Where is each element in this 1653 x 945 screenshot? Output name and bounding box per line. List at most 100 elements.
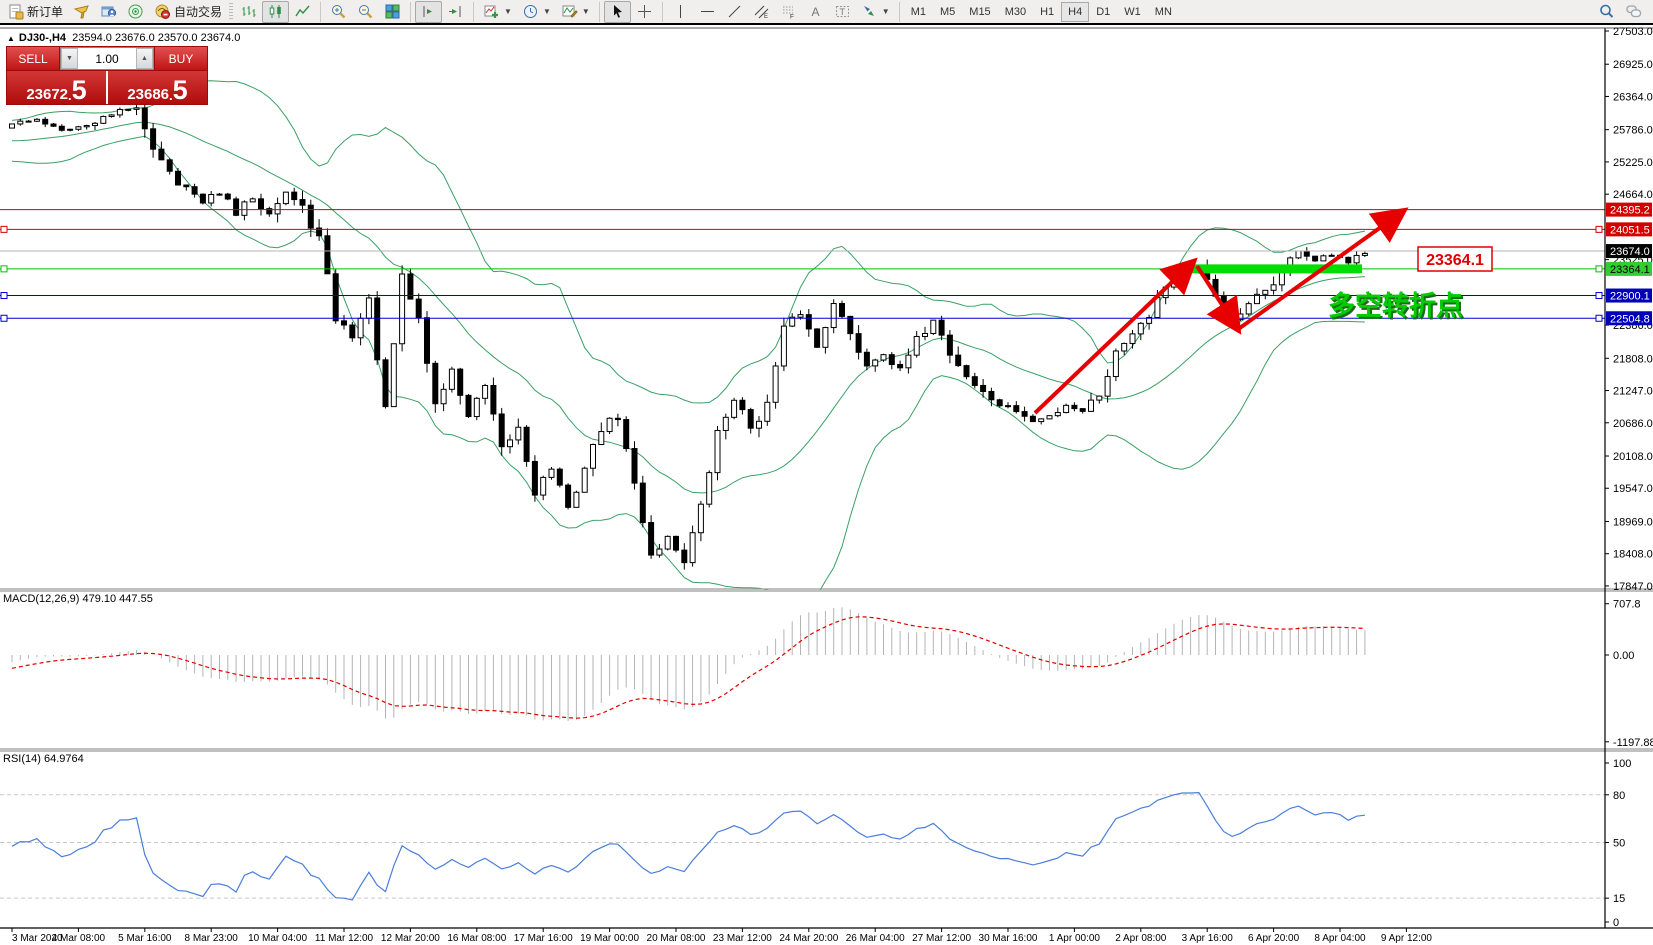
search-button[interactable] — [1593, 1, 1620, 23]
price-tick: 25225.0 — [1613, 157, 1653, 169]
arrows-shapes-button[interactable]: ▼ — [856, 1, 895, 23]
macd-signal-line — [12, 617, 1365, 718]
price-tick: 26364.0 — [1613, 91, 1653, 103]
price-tick: 18408.0 — [1613, 549, 1653, 561]
text-button[interactable]: A — [802, 1, 829, 23]
trendline-icon — [726, 3, 743, 20]
text-label-button[interactable]: T — [829, 1, 856, 23]
rsi-tick: 80 — [1613, 790, 1625, 802]
cursor-button[interactable] — [604, 1, 631, 23]
tf-MN[interactable]: MN — [1148, 2, 1179, 22]
vertical-line-button[interactable] — [667, 1, 694, 23]
time-tick: 19 Mar 00:00 — [580, 933, 639, 944]
auto-trading-label: 自动交易 — [174, 3, 222, 20]
svg-text:T: T — [839, 7, 845, 17]
bar-chart-button[interactable] — [235, 1, 262, 23]
time-tick: 30 Mar 16:00 — [979, 933, 1038, 944]
tf-M30[interactable]: M30 — [998, 2, 1033, 22]
auto-trading-icon — [154, 3, 171, 20]
trendline-button[interactable] — [721, 1, 748, 23]
line-chart-icon — [294, 3, 311, 20]
toolbar-separator — [599, 2, 600, 22]
dropdown-arrow-icon: ▼ — [543, 7, 551, 16]
zoom-in-button[interactable] — [325, 1, 352, 23]
highlight-band — [1185, 264, 1362, 273]
new-order-button[interactable]: 新订单 — [2, 1, 68, 23]
rsi-tick: 100 — [1613, 758, 1631, 770]
bollinger-middle — [12, 122, 1365, 493]
toolbar-separator — [320, 2, 321, 22]
one-click-collapse-icon[interactable]: ▲ — [7, 34, 15, 43]
crosshair-icon — [636, 3, 653, 20]
line-handle — [1, 293, 7, 299]
volume-increase-button[interactable]: ▲ — [136, 48, 153, 69]
auto-trading-button[interactable]: 自动交易 — [149, 1, 227, 23]
equidistant-channel-icon: E — [753, 3, 770, 20]
sell-button[interactable]: SELL — [7, 47, 59, 70]
main-price-pane — [10, 81, 1368, 615]
tf-M5[interactable]: M5 — [933, 2, 962, 22]
tf-M15[interactable]: M15 — [962, 2, 997, 22]
accounts-icon — [100, 3, 117, 20]
toolbar-handle — [229, 3, 233, 21]
text-label-icon: T — [834, 3, 851, 20]
cn-annotation-text: 多空转折点 — [1328, 290, 1463, 321]
new-order-icon — [7, 3, 24, 20]
macd-tick: 707.8 — [1613, 599, 1641, 611]
time-tick: 1 Apr 00:00 — [1049, 933, 1101, 944]
sell-price-display[interactable]: 23672.5 — [7, 71, 106, 104]
buy-button[interactable]: BUY — [155, 47, 207, 70]
price-tick: 20686.0 — [1613, 418, 1653, 430]
macd-pane — [12, 607, 1365, 721]
crosshair-button[interactable] — [631, 1, 658, 23]
svg-text:23674.0: 23674.0 — [1610, 246, 1650, 258]
time-tick: 12 Mar 20:00 — [381, 933, 440, 944]
line-chart-button[interactable] — [289, 1, 316, 23]
time-tick: 26 Mar 04:00 — [846, 933, 905, 944]
buy-price-display[interactable]: 23686.5 — [108, 71, 207, 104]
toolbar-separator — [410, 2, 411, 22]
macd-tick: -1197.88 — [1613, 737, 1653, 749]
tile-windows-button[interactable] — [379, 1, 406, 23]
auto-scroll-button[interactable] — [442, 1, 469, 23]
horizontal-line-button[interactable] — [694, 1, 721, 23]
time-tick: 6 Apr 20:00 — [1248, 933, 1300, 944]
bollinger-upper — [12, 81, 1365, 403]
fibonacci-icon: F — [780, 3, 797, 20]
auto-scroll-icon — [447, 3, 464, 20]
zoom-in-icon — [330, 3, 347, 20]
volume-decrease-button[interactable]: ▼ — [61, 48, 78, 69]
periods-button[interactable]: ▼ — [517, 1, 556, 23]
chart-window[interactable]: 23364.1多空转折点多空转折点27503.026925.026364.025… — [0, 27, 1653, 945]
accounts-button[interactable] — [95, 1, 122, 23]
equidistant-channel-button[interactable]: E — [748, 1, 775, 23]
tf-H4[interactable]: H4 — [1061, 2, 1089, 22]
time-tick: 16 Mar 08:00 — [447, 933, 506, 944]
templates-button[interactable]: ▼ — [556, 1, 595, 23]
chart-shift-button[interactable] — [415, 1, 442, 23]
tf-D1[interactable]: D1 — [1089, 2, 1117, 22]
price-tick: 21808.0 — [1613, 353, 1653, 365]
indicators-button[interactable]: ▼ — [478, 1, 517, 23]
rsi-label: RSI(14) 64.9764 — [3, 753, 84, 765]
tf-M1[interactable]: M1 — [904, 2, 933, 22]
rsi-tick: 50 — [1613, 838, 1625, 850]
chat-button[interactable] — [1620, 1, 1647, 23]
community-button[interactable] — [122, 1, 149, 23]
candlestick-chart-button[interactable] — [262, 1, 289, 23]
macd-label: MACD(12,26,9) 479.10 447.55 — [3, 593, 153, 605]
tf-H1[interactable]: H1 — [1033, 2, 1061, 22]
time-tick: 3 Apr 16:00 — [1182, 933, 1234, 944]
volume-input[interactable]: 1.00 — [78, 48, 136, 69]
time-tick: 20 Mar 08:00 — [647, 933, 706, 944]
fibonacci-button[interactable]: F — [775, 1, 802, 23]
zoom-out-button[interactable] — [352, 1, 379, 23]
time-tick: 9 Apr 12:00 — [1381, 933, 1433, 944]
time-tick: 2 Apr 08:00 — [1115, 933, 1167, 944]
time-tick: 23 Mar 12:00 — [713, 933, 772, 944]
tf-W1[interactable]: W1 — [1117, 2, 1148, 22]
metaeditor-button[interactable] — [68, 1, 95, 23]
one-click-trading-panel: SELL ▼ 1.00 ▲ BUY 23672.5 23686.5 — [6, 46, 208, 105]
toolbar-separator — [662, 2, 663, 22]
rsi-tick: 0 — [1613, 917, 1619, 929]
